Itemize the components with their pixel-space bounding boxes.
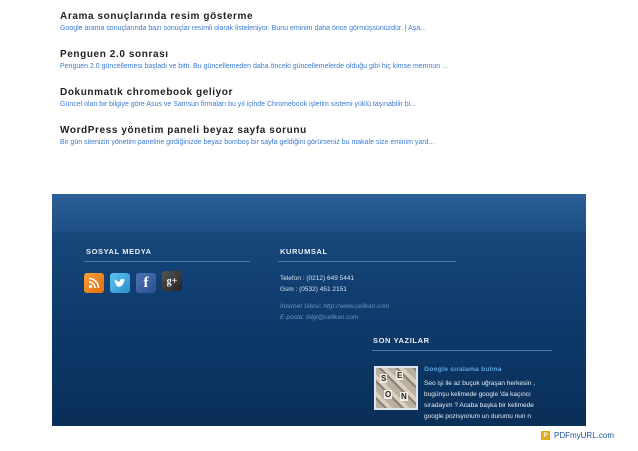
footer-top-band xyxy=(52,194,586,232)
thumb-letter: S xyxy=(380,374,388,383)
post-excerpt[interactable]: Google arama sonuçlarında bazı sonuçlar … xyxy=(60,24,580,34)
post-title[interactable]: WordPress yönetim paneli beyaz sayfa sor… xyxy=(60,124,580,137)
site-footer: SOSYAL MEDYA f g+ KURUMSAL Telefon : (02… xyxy=(52,194,586,426)
post-item: Arama sonuçlarında resim gösterme Google… xyxy=(60,10,580,34)
excerpt-line: sıradayım ? Acaba başka bir kelimede xyxy=(424,402,534,409)
facebook-icon[interactable]: f xyxy=(136,273,156,293)
post-excerpt[interactable]: Bir gün sitenizin yönetim paneline girdi… xyxy=(60,138,580,148)
pdfmyurl-text: PDFmyURL.com xyxy=(553,431,614,440)
recent-post-title[interactable]: Google sıralama bulma xyxy=(424,366,502,373)
google-plus-icon[interactable]: g+ xyxy=(162,271,182,291)
recent-post-thumbnail[interactable]: S E O N xyxy=(374,366,418,410)
phone-text: Telefon : (0212) 649 5441 xyxy=(280,275,355,282)
post-list: Arama sonuçlarında resim gösterme Google… xyxy=(60,10,580,162)
post-title[interactable]: Penguen 2.0 sonrası xyxy=(60,48,580,61)
email-text[interactable]: E-posta: bilgi@celikan.com xyxy=(280,312,359,323)
thumb-letter: N xyxy=(400,392,408,401)
divider xyxy=(372,350,552,351)
divider xyxy=(278,261,456,262)
website-text[interactable]: İnternet Sitesi: http://www.celikan.com xyxy=(280,301,389,312)
twitter-icon[interactable] xyxy=(110,273,130,293)
excerpt-line: bugünşu kelimede google 'da kaçıncı xyxy=(424,391,531,398)
gsm-text: Gsm : (0532) 451 2151 xyxy=(280,286,347,293)
pdfmyurl-icon: P xyxy=(540,431,550,440)
excerpt-line: google pozisyonum un durumu nun n xyxy=(424,413,531,420)
corporate-heading: KURUMSAL xyxy=(280,247,328,256)
rss-icon[interactable] xyxy=(84,273,104,293)
thumb-letter: E xyxy=(396,371,404,380)
post-item: Penguen 2.0 sonrası Penguen 2.0 güncelle… xyxy=(60,48,580,72)
recent-posts-heading: SON YAZILAR xyxy=(373,336,430,345)
pdfmyurl-watermark[interactable]: P PDFmyURL.com xyxy=(540,431,614,440)
post-item: WordPress yönetim paneli beyaz sayfa sor… xyxy=(60,124,580,148)
recent-post-excerpt: Seo işi ile az buçuk uğraşan herkesin , … xyxy=(424,378,574,422)
thumb-letter: O xyxy=(384,390,393,399)
post-item: Dokunmatık chromebook geliyor Güncel ola… xyxy=(60,86,580,110)
post-title[interactable]: Dokunmatık chromebook geliyor xyxy=(60,86,580,99)
social-media-heading: SOSYAL MEDYA xyxy=(86,247,152,256)
post-excerpt[interactable]: Güncel olan bir bilgiye göre Asus ve Sam… xyxy=(60,100,580,110)
excerpt-line: Seo işi ile az buçuk uğraşan herkesin , xyxy=(424,380,535,387)
divider xyxy=(84,261,250,262)
post-title[interactable]: Arama sonuçlarında resim gösterme xyxy=(60,10,580,23)
post-excerpt[interactable]: Penguen 2.0 güncellemesi başladı ve bitt… xyxy=(60,62,580,72)
